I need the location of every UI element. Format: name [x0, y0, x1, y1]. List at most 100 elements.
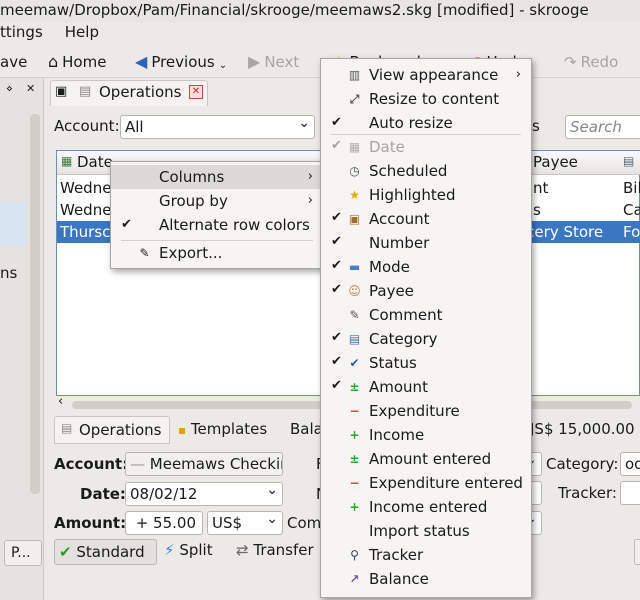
column-toggle-number[interactable]: ✔ Number — [321, 231, 531, 255]
standard-mode-button[interactable]: ✔ Standard — [54, 539, 157, 565]
column-toggle-expenditure[interactable]: − Expenditure — [321, 399, 531, 423]
checkmark-icon: ✔ — [331, 354, 342, 369]
home-label: Home — [62, 53, 107, 71]
column-toggle-mode[interactable]: ✔ ▬ Mode — [321, 255, 531, 279]
menu-item-label: Status — [369, 354, 417, 372]
search-input[interactable]: Search — [565, 115, 640, 139]
column-toggle-import-status[interactable]: Import status — [321, 519, 531, 543]
column-toggle-income-entered[interactable]: + Income entered — [321, 495, 531, 519]
column-toggle-view-appearance[interactable]: ▥ View appearance › — [321, 63, 531, 87]
column-toggle-auto-resize[interactable]: ✔ Auto resize — [321, 111, 531, 135]
row-category: Ca — [623, 201, 640, 219]
checkmark-icon: ✔ — [331, 138, 342, 153]
column-toggle-date[interactable]: ✔ ▦ Date — [321, 135, 531, 159]
account-filter-select[interactable]: All — [120, 115, 315, 139]
tab-operations[interactable]: ▣ ▤ Operations ✕ — [50, 80, 208, 106]
menu-item-columns[interactable]: Columns › — [111, 165, 323, 189]
menu-item-label: Comment — [369, 306, 443, 324]
checkmark-icon: ✔ — [331, 378, 342, 393]
menu-settings[interactable]: ttings — [0, 22, 43, 44]
form-category-label: Category: — [546, 455, 619, 473]
tab-operations-edit[interactable]: ▤ Operations — [54, 416, 170, 444]
close-tab-icon[interactable]: ✕ — [189, 85, 203, 99]
column-toggle-scheduled[interactable]: ◷ Scheduled — [321, 159, 531, 183]
column-toggle-amount-entered[interactable]: ± Amount entered — [321, 447, 531, 471]
form-account-label: Account: — [54, 455, 129, 473]
menu-item-label: Highlighted — [369, 186, 456, 204]
form-account-field[interactable]: — Meemaws Checkin — [125, 452, 283, 476]
menu-item-group-by[interactable]: Group by › — [111, 189, 323, 213]
submenu-arrow-icon: › — [307, 193, 313, 208]
header-date[interactable]: Date — [77, 153, 113, 171]
home-icon: ⌂ — [48, 52, 59, 71]
column-toggle-balance[interactable]: ↗ Balance — [321, 567, 531, 591]
column-toggle-amount[interactable]: ✔ ± Amount — [321, 375, 531, 399]
view-icon: ▥ — [348, 68, 361, 82]
column-toggle-resize-to-content[interactable]: ⤢ Resize to content — [321, 87, 531, 111]
checkmark-icon: ✔ — [331, 330, 342, 345]
dock-scrollbar[interactable] — [30, 114, 40, 494]
dock-float-icon[interactable]: ⋄ — [6, 82, 13, 95]
menu-item-label: Account — [369, 210, 430, 228]
home-button[interactable]: ⌂ Home — [48, 50, 106, 74]
row-date: Thursc — [60, 223, 111, 241]
document-icon: ▤ — [61, 421, 73, 435]
form-category-field[interactable]: oo — [620, 452, 640, 476]
redo-label: Redo — [580, 53, 619, 71]
form-tracker-field[interactable] — [620, 481, 640, 505]
menu-item-label: Tracker — [369, 546, 424, 564]
form-comment-label: Com — [287, 514, 322, 532]
checkmark-icon: ✔ — [331, 210, 342, 225]
menu-item-alternate-row-colors[interactable]: ✔ Alternate row colors — [111, 213, 323, 237]
save-button[interactable]: ave — [0, 50, 27, 74]
redo-button[interactable]: ↷ Redo — [564, 50, 618, 74]
form-date-field[interactable]: 08/02/12 — [125, 482, 283, 506]
menu-item-label: Amount entered — [369, 450, 492, 468]
menu-item-label: Income — [369, 426, 425, 444]
tab-templates[interactable]: ▪ Templates — [178, 420, 267, 438]
checkmark-icon: ✔ — [331, 234, 342, 249]
column-toggle-comment[interactable]: ✎ Comment — [321, 303, 531, 327]
column-toggle-payee[interactable]: ✔ ☺ Payee — [321, 279, 531, 303]
column-toggle-status[interactable]: ✔ ✔ Status — [321, 351, 531, 375]
checkbox-icon — [331, 188, 343, 200]
next-button[interactable]: ▶ Next — [248, 50, 299, 74]
column-toggle-highlighted[interactable]: ★ Highlighted — [321, 183, 531, 207]
dock-tab-p[interactable]: P... — [4, 540, 42, 566]
column-toggle-tracker[interactable]: ⚲ Tracker — [321, 543, 531, 567]
plus-minus-icon: ± — [349, 452, 360, 466]
form-amount-field[interactable]: + 55.00 — [125, 511, 203, 535]
templates-icon: ▪ — [178, 423, 187, 437]
row-category: Fo — [623, 223, 640, 241]
column-toggle-account[interactable]: ✔ ▣ Account — [321, 207, 531, 231]
form-account-value: Meemaws Checkin — [149, 455, 283, 473]
menu-item-export[interactable]: ✎ Export... — [111, 241, 323, 265]
checkbox-icon — [331, 572, 343, 584]
previous-button[interactable]: ◀ Previous ⌄ — [135, 50, 227, 74]
menu-item-label: Columns — [159, 168, 225, 186]
menu-help[interactable]: Help — [65, 22, 99, 44]
scroll-left-icon[interactable]: ‹ — [58, 394, 63, 409]
filter-fragment: s — [532, 117, 540, 135]
tab-balance[interactable]: Bala — [290, 420, 323, 438]
header-payee[interactable]: Payee — [533, 153, 578, 171]
column-toggle-expenditure-entered[interactable]: − Expenditure entered — [321, 471, 531, 495]
row-category: Bil — [623, 179, 640, 197]
menu-item-label: Balance — [369, 570, 429, 588]
checkbox-icon — [331, 164, 343, 176]
checkbox-icon — [331, 452, 343, 464]
form-amount-label: Amount: — [54, 514, 127, 532]
account-filter-label: Account: — [54, 117, 120, 135]
transfer-mode-button[interactable]: ⇄ Transfer — [236, 541, 314, 559]
column-toggle-category[interactable]: ✔ ▤ Category — [321, 327, 531, 351]
split-mode-button[interactable]: ⚡ Split — [164, 541, 213, 559]
row-payee: s — [533, 201, 541, 219]
next-label: Next — [264, 53, 300, 71]
dock-close-icon[interactable]: ✕ — [26, 82, 35, 95]
menu-item-label: Date — [369, 138, 405, 156]
form-currency-select[interactable]: US$ — [207, 511, 283, 535]
dock-selected-item[interactable] — [0, 202, 26, 246]
column-toggle-income[interactable]: + Income — [321, 423, 531, 447]
clock-icon: ◷ — [349, 164, 360, 178]
apply-button[interactable] — [634, 539, 640, 565]
